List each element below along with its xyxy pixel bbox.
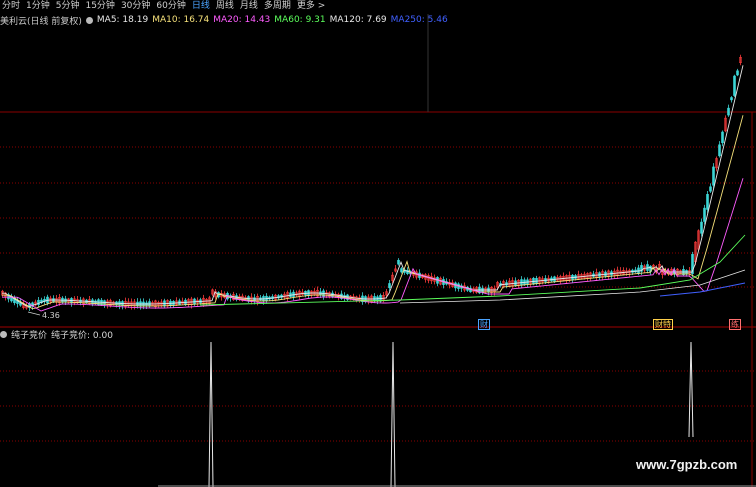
ma20-line bbox=[2, 178, 744, 312]
candle-body bbox=[712, 166, 715, 186]
indicator-value: 纯子竞价: 0.00 bbox=[51, 330, 113, 341]
price-low-label: 4.36 bbox=[42, 311, 60, 320]
indicator-name: 纯子竞价 bbox=[11, 330, 48, 341]
indicator-spike bbox=[390, 341, 396, 487]
candle-body bbox=[727, 107, 730, 116]
candle-body bbox=[703, 207, 706, 222]
ma10-line bbox=[2, 115, 744, 309]
candle-body bbox=[736, 70, 739, 76]
candle-body bbox=[730, 97, 733, 101]
indicator-settings-icon[interactable] bbox=[0, 330, 7, 338]
candle-body bbox=[733, 75, 736, 96]
kline-chart-canvas[interactable]: 4.36 bbox=[0, 0, 756, 487]
candle-body bbox=[718, 144, 721, 157]
indicator-legend: 纯子竞价 纯子竞价: 0.00 bbox=[0, 328, 117, 341]
low-pointer bbox=[27, 311, 41, 316]
candle-body bbox=[709, 186, 712, 192]
watermark: www.7gpzb.com bbox=[636, 457, 738, 472]
indicator-spike bbox=[208, 341, 214, 487]
candle-body bbox=[400, 268, 403, 273]
event-mark-finance-special[interactable]: 财特 bbox=[653, 319, 673, 330]
candle-body bbox=[388, 283, 391, 289]
candle-body bbox=[700, 221, 703, 234]
candle-body bbox=[721, 131, 724, 144]
event-mark-practice[interactable]: 练 bbox=[729, 319, 741, 330]
candle-body bbox=[706, 194, 709, 210]
event-mark-finance[interactable]: 财 bbox=[478, 319, 490, 330]
candle-body bbox=[397, 259, 400, 265]
indicator-spike bbox=[688, 341, 694, 438]
